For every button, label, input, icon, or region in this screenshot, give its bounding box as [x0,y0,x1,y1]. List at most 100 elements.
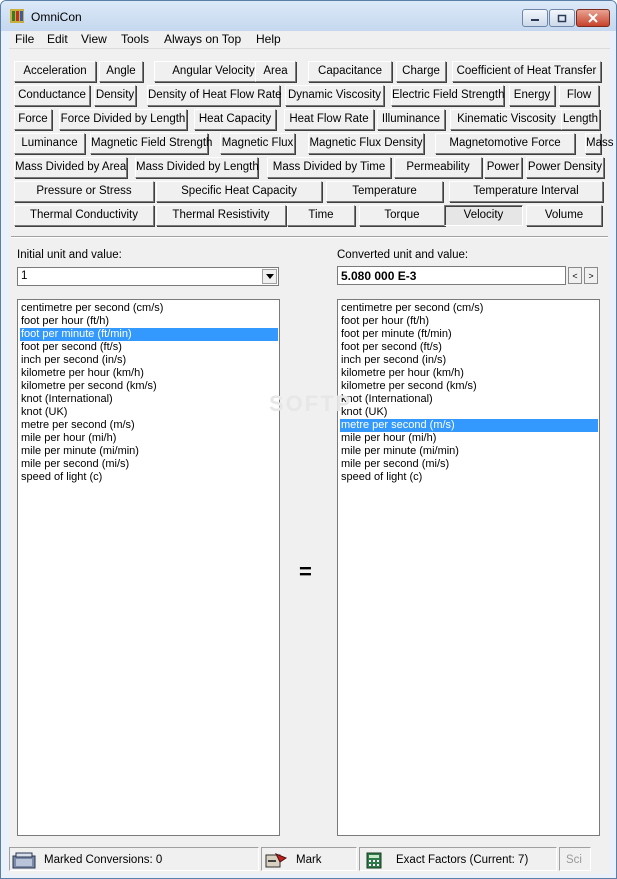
category-button-luminance[interactable]: Luminance [14,133,85,154]
menu-always-on-top[interactable]: Always on Top [162,32,243,46]
list-item[interactable]: foot per hour (ft/h) [20,315,278,328]
category-button-angle[interactable]: Angle [99,61,143,82]
maximize-button[interactable] [549,9,575,27]
list-item[interactable]: foot per second (ft/s) [20,341,278,354]
chevron-right-icon: > [588,270,594,281]
list-item[interactable]: mile per minute (mi/min) [20,445,278,458]
list-item[interactable]: foot per second (ft/s) [340,341,598,354]
category-button-density-of-heat-flow-rate[interactable]: Density of Heat Flow Rate [147,85,282,106]
list-item[interactable]: foot per minute (ft/min) [20,328,278,341]
menu-tools[interactable]: Tools [119,32,151,46]
list-item[interactable]: mile per minute (mi/min) [340,445,598,458]
category-button-area[interactable]: Area [255,61,296,82]
list-item[interactable]: kilometre per second (km/s) [20,380,278,393]
list-item[interactable]: mile per hour (mi/h) [20,432,278,445]
menu-file[interactable]: File [13,32,36,46]
category-button-acceleration[interactable]: Acceleration [14,61,96,82]
mark-panel[interactable]: Mark [261,847,357,871]
category-button-time[interactable]: Time [287,205,355,226]
menu-edit[interactable]: Edit [45,32,70,46]
category-button-magnetomotive-force[interactable]: Magnetomotive Force [435,133,575,154]
minimize-icon [531,19,539,21]
category-button-heat-flow-rate[interactable]: Heat Flow Rate [284,109,374,130]
close-icon [588,13,598,23]
initial-unit-list[interactable]: centimetre per second (cm/s) foot per hou… [17,299,280,836]
category-button-heat-capacity[interactable]: Heat Capacity [194,109,276,130]
list-item[interactable]: inch per second (in/s) [340,354,598,367]
list-item[interactable]: knot (UK) [340,406,598,419]
category-button-power-density[interactable]: Power Density [526,157,604,178]
category-button-thermal-conductivity[interactable]: Thermal Conductivity [14,205,154,226]
category-button-electric-field-strength[interactable]: Electric Field Strength [391,85,505,106]
close-button[interactable] [576,9,610,27]
category-button-specific-heat-capacity[interactable]: Specific Heat Capacity [156,181,322,202]
scientific-toggle[interactable]: Sci [559,847,591,871]
list-item[interactable]: kilometre per hour (km/h) [340,367,598,380]
category-button-coefficient-of-heat-transfer[interactable]: Coefficient of Heat Transfer [452,61,601,82]
list-item[interactable]: kilometre per second (km/s) [340,380,598,393]
exact-factors-text: Exact Factors (Current: 7) [396,854,529,866]
previous-format-button[interactable]: < [568,267,582,284]
category-button-pressure-or-stress[interactable]: Pressure or Stress [14,181,154,202]
window-title: OmniCon [31,10,82,24]
list-item[interactable]: knot (International) [340,393,598,406]
list-item[interactable]: mile per hour (mi/h) [340,432,598,445]
category-button-mass-divided-by-time[interactable]: Mass Divided by Time [267,157,391,178]
equals-sign: = [299,559,312,584]
list-item[interactable]: mile per second (mi/s) [20,458,278,471]
category-button-kinematic-viscosity[interactable]: Kinematic Viscosity [450,109,563,130]
list-item[interactable]: speed of light (c) [20,471,278,484]
list-item[interactable]: metre per second (m/s) [20,419,278,432]
category-button-mass-divided-by-length[interactable]: Mass Divided by Length [135,157,259,178]
title-bar[interactable]: OmniCon [1,1,616,31]
marked-conversions-panel[interactable]: Marked Conversions: 0 [9,847,259,871]
exact-factors-panel[interactable]: Exact Factors (Current: 7) [359,847,557,871]
category-button-temperature[interactable]: Temperature [326,181,443,202]
category-button-temperature-interval[interactable]: Temperature Interval [449,181,603,202]
menu-help[interactable]: Help [254,32,283,46]
category-button-force-divided-by-length[interactable]: Force Divided by Length [59,109,187,130]
converted-unit-list[interactable]: centimetre per second (cm/s) foot per hou… [337,299,600,836]
category-button-permeability[interactable]: Permeability [394,157,482,178]
category-button-magnetic-flux-density[interactable]: Magnetic Flux Density [308,133,424,154]
category-button-magnetic-flux[interactable]: Magnetic Flux [220,133,295,154]
minimize-button[interactable] [522,9,548,27]
category-button-mass-divided-by-area[interactable]: Mass Divided by Area [14,157,127,178]
category-button-illuminance[interactable]: Illuminance [377,109,445,130]
divider [11,236,608,238]
calculator-icon [366,852,382,869]
next-format-button[interactable]: > [584,267,598,284]
category-button-density[interactable]: Density [94,85,136,106]
category-button-flow[interactable]: Flow [559,85,599,106]
category-button-conductance[interactable]: Conductance [14,85,90,106]
category-button-force[interactable]: Force [14,109,52,130]
category-button-mass[interactable]: Mass [585,133,613,154]
category-button-charge[interactable]: Charge [396,61,446,82]
initial-value-combo[interactable]: 1 [17,267,279,286]
list-item[interactable]: foot per hour (ft/h) [340,315,598,328]
category-button-energy[interactable]: Energy [509,85,555,106]
category-button-thermal-resistivity[interactable]: Thermal Resistivity [156,205,286,226]
list-item[interactable]: centimetre per second (cm/s) [340,302,598,315]
combo-dropdown-button[interactable] [262,269,277,284]
category-button-magnetic-field-strength[interactable]: Magnetic Field Strength [90,133,212,154]
list-item[interactable]: knot (UK) [20,406,278,419]
category-button-dynamic-viscosity[interactable]: Dynamic Viscosity [285,85,384,106]
app-window: OmniCon File Edit View Tools Always on T… [0,0,617,879]
category-button-volume[interactable]: Volume [526,205,602,226]
category-button-length[interactable]: Length [561,109,600,130]
category-button-torque[interactable]: Torque [359,205,445,226]
list-item[interactable]: speed of light (c) [340,471,598,484]
list-item[interactable]: foot per minute (ft/min) [340,328,598,341]
converted-value-field: 5.080 000 E-3 [337,266,566,285]
category-button-capacitance[interactable]: Capacitance [308,61,392,82]
category-button-velocity[interactable]: Velocity [444,205,523,226]
list-item[interactable]: inch per second (in/s) [20,354,278,367]
list-item[interactable]: centimetre per second (cm/s) [20,302,278,315]
list-item[interactable]: kilometre per hour (km/h) [20,367,278,380]
list-item[interactable]: mile per second (mi/s) [340,458,598,471]
list-item[interactable]: metre per second (m/s) [340,419,598,432]
menu-view[interactable]: View [79,32,109,46]
category-button-power[interactable]: Power [484,157,522,178]
list-item[interactable]: knot (International) [20,393,278,406]
